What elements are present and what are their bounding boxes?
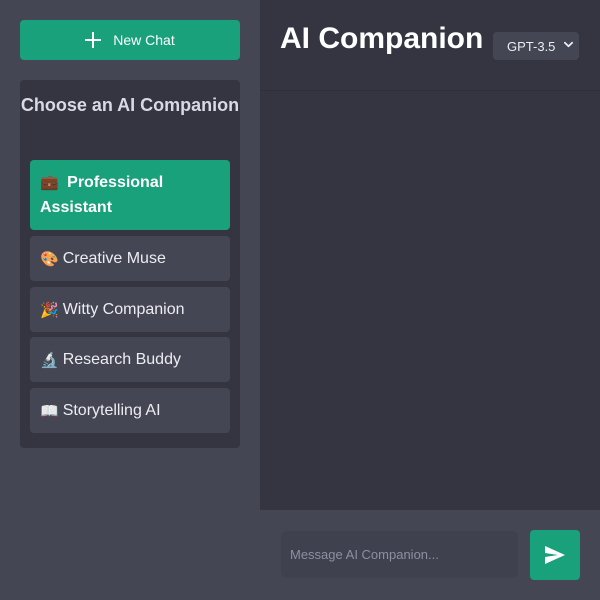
companion-item-creative-muse[interactable]: 🎨 Creative Muse [30,236,230,281]
model-select[interactable]: GPT-3.5 [493,32,579,60]
sidebar: New Chat Choose an AI Companion 💼 Profes… [0,0,260,600]
briefcase-icon: 💼 [40,173,59,191]
companion-label: Witty Companion [62,300,185,318]
model-select-value: GPT-3.5 [507,38,556,54]
party-popper-icon: 🎉 [40,300,59,319]
chat-area: AI Companion GPT-3.5 [260,0,600,510]
new-chat-label: New Chat [113,32,175,48]
book-icon: 📖 [40,401,59,420]
new-chat-button[interactable]: New Chat [20,20,240,60]
panel-title: Choose an AI Companion [20,95,240,115]
send-icon [545,546,565,564]
page-title: AI Companion [280,22,484,55]
companion-label: Research Buddy [62,350,181,368]
companion-item-professional-assistant[interactable]: 💼 Professional Assistant [30,160,230,230]
companion-panel: Choose an AI Companion 💼 Professional As… [20,80,240,448]
send-button[interactable] [530,530,580,580]
plus-icon [85,32,102,48]
companion-item-storytelling-ai[interactable]: 📖 Storytelling AI [30,388,230,433]
companion-label: Storytelling AI [62,401,161,419]
companion-label: Creative Muse [62,249,166,267]
microscope-icon: 🔬 [40,350,59,369]
chat-header: AI Companion GPT-3.5 [260,0,600,91]
companion-item-research-buddy[interactable]: 🔬 Research Buddy [30,337,230,382]
companion-item-witty-companion[interactable]: 🎉 Witty Companion [30,287,230,332]
palette-icon: 🎨 [40,249,59,268]
chevron-down-icon [564,41,573,48]
message-input[interactable] [281,531,518,578]
